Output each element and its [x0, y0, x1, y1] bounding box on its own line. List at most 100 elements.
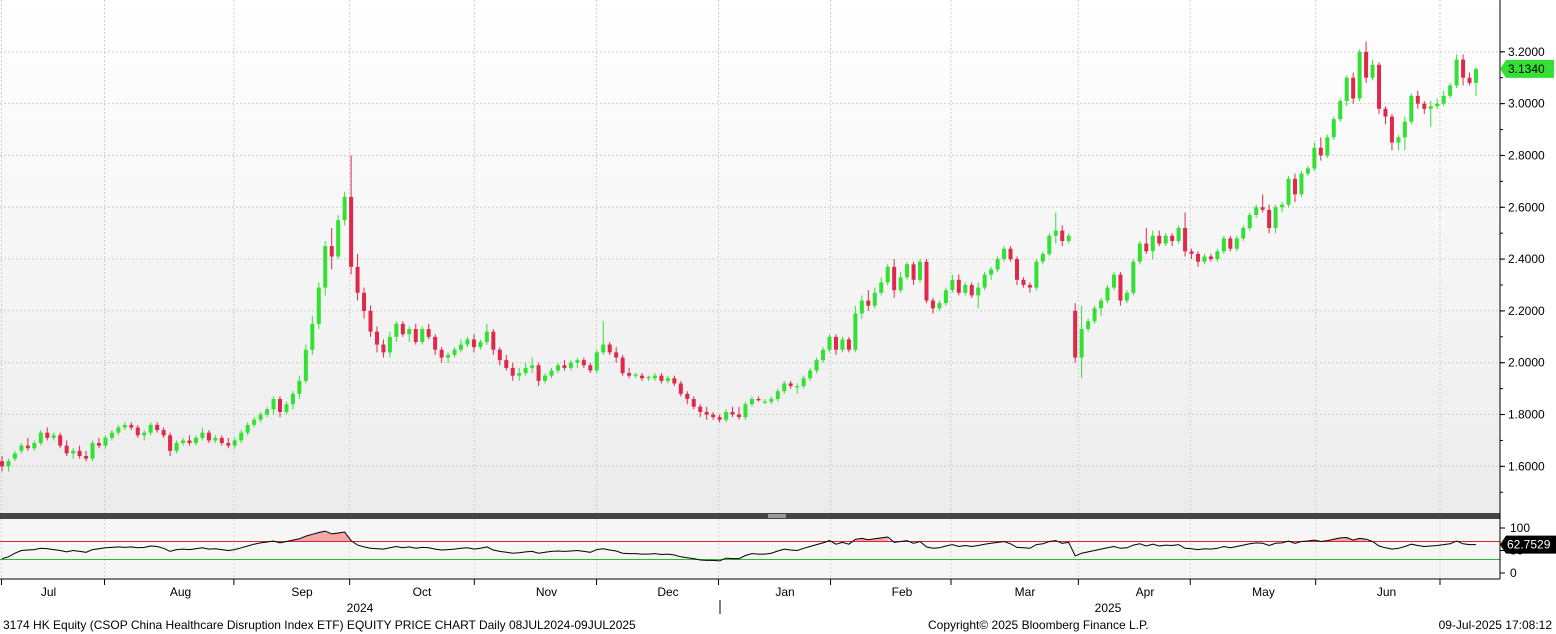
candle-up: [1079, 329, 1084, 358]
candle-up: [523, 367, 528, 374]
price-tick-label: 2.4000: [1508, 252, 1545, 266]
candle-up: [109, 432, 114, 438]
last-price-label: 3.1340: [1508, 62, 1545, 76]
candle-down: [1461, 59, 1466, 78]
candle-up: [872, 292, 877, 306]
candle-up: [1441, 95, 1446, 104]
candle-up: [1331, 119, 1336, 138]
candle-up: [665, 378, 670, 381]
candle-up: [239, 432, 244, 441]
candle-up: [594, 352, 599, 371]
candle-down: [96, 443, 101, 446]
candle-up: [142, 432, 147, 436]
candle-up: [918, 261, 923, 280]
candle-down: [1383, 108, 1388, 117]
candle-down: [969, 285, 974, 296]
candle-up: [1131, 261, 1136, 293]
candle-down: [1118, 274, 1123, 301]
candle-down: [187, 440, 192, 444]
candle-down: [756, 399, 761, 401]
candle-down: [161, 430, 166, 436]
candle-up: [1202, 256, 1207, 262]
candle-up: [549, 370, 554, 376]
candle-up: [459, 344, 464, 350]
candle-down: [607, 344, 612, 353]
timestamp: 09-Jul-2025 17:08:12: [1438, 618, 1552, 632]
candle-up: [51, 435, 56, 438]
month-label: Jul: [41, 585, 56, 599]
candle-down: [381, 344, 386, 353]
rsi-tick-label: 100: [1510, 521, 1530, 535]
candle-up: [290, 393, 295, 405]
candle-up: [543, 375, 548, 381]
candle-down: [627, 373, 632, 376]
candle-down: [562, 365, 567, 368]
candle-down: [1318, 147, 1323, 156]
candle-down: [497, 349, 502, 361]
candle-down: [135, 427, 140, 436]
candle-up: [316, 287, 321, 324]
month-label: Jan: [775, 585, 794, 599]
candle-down: [614, 352, 619, 358]
candle-up: [1325, 137, 1330, 156]
month-label: Dec: [657, 585, 678, 599]
candle-down: [833, 336, 838, 350]
candle-up: [1247, 215, 1252, 228]
candle-down: [924, 261, 929, 301]
candle-up: [342, 196, 347, 221]
candle-up: [1454, 59, 1459, 86]
candle-up: [801, 378, 806, 387]
candle-up: [1254, 207, 1259, 216]
candle-down: [1014, 259, 1019, 280]
candle-up: [775, 391, 780, 399]
candle-up: [1040, 253, 1045, 262]
candle-up: [568, 362, 573, 368]
candle-up: [1357, 51, 1362, 99]
candle-up: [943, 290, 948, 304]
candle-up: [465, 339, 470, 345]
candle-up: [19, 445, 24, 451]
candle-up: [821, 349, 826, 361]
candle-up: [310, 323, 315, 350]
candle-up: [1280, 204, 1285, 208]
candle-up: [303, 349, 308, 381]
candle-up: [1370, 64, 1375, 78]
candle-down: [64, 445, 69, 454]
candle-up: [478, 342, 483, 348]
candle-up: [1435, 103, 1440, 107]
price-panel-background: [0, 0, 1500, 513]
separator-handle[interactable]: [768, 514, 786, 518]
candle-up: [200, 432, 205, 438]
candle-up: [1221, 238, 1226, 252]
candle-up: [795, 386, 800, 388]
candle-up: [743, 404, 748, 418]
candle-down: [640, 375, 645, 379]
month-label: Apr: [1136, 585, 1155, 599]
candle-up: [575, 360, 580, 363]
candle-up: [898, 277, 903, 291]
candle-up: [601, 344, 606, 353]
candle-down: [1189, 251, 1194, 254]
candle-down: [168, 435, 173, 451]
candle-up: [1053, 230, 1058, 236]
candle-up: [1299, 173, 1304, 195]
panel-separator[interactable]: [0, 513, 1500, 519]
candle-up: [905, 264, 910, 278]
candle-up: [148, 424, 153, 433]
candle-down: [788, 383, 793, 387]
candle-up: [633, 374, 638, 376]
candle-down: [58, 435, 63, 446]
candle-up: [1428, 106, 1433, 109]
candle-up: [1034, 261, 1039, 288]
candle-up: [265, 409, 270, 415]
rsi-value-label: 62.7529: [1507, 538, 1551, 552]
candle-down: [1389, 116, 1394, 143]
candle-down: [426, 329, 431, 337]
candle-up: [122, 424, 127, 428]
price-tick-label: 2.8000: [1508, 148, 1545, 162]
candle-down: [1196, 253, 1201, 262]
candle-down: [355, 266, 360, 293]
candle-up: [90, 443, 95, 459]
candle-down: [84, 456, 89, 459]
candle-up: [271, 399, 276, 410]
